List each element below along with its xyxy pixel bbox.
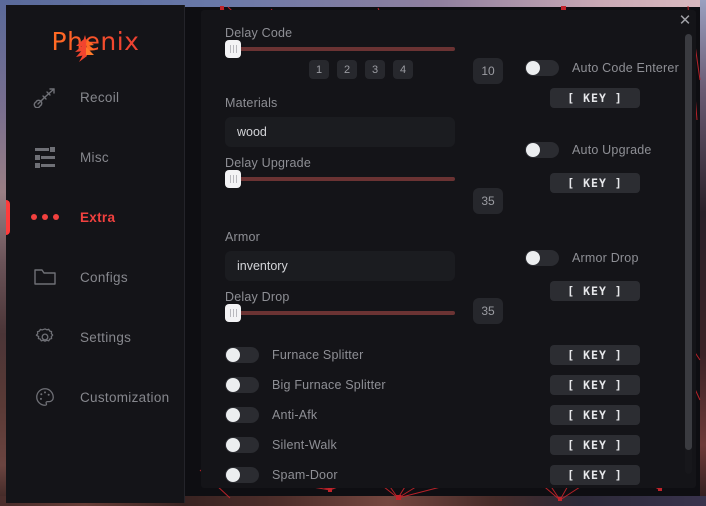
auto-code-enterer-key-button[interactable]: [ KEY ]: [550, 88, 640, 108]
furnace-splitter-toggle[interactable]: [225, 347, 259, 363]
sidebar-item-label: Settings: [80, 329, 132, 345]
sidebar-nav: Recoil Misc Extra Configs Settings Custo…: [6, 75, 184, 435]
big-furnace-splitter-row: Big Furnace Splitter: [225, 377, 386, 393]
toggle-knob: [526, 251, 540, 265]
silent-walk-toggle[interactable]: [225, 437, 259, 453]
sidebar-item-label: Recoil: [80, 89, 120, 105]
toggle-knob: [526, 61, 540, 75]
delay-upgrade-slider[interactable]: [225, 170, 455, 188]
sidebar-item-customization[interactable]: Customization: [6, 375, 184, 419]
delay-drop-label: Delay Drop: [225, 290, 290, 304]
spam-door-key-button[interactable]: [ KEY ]: [550, 465, 640, 485]
materials-label: Materials: [225, 96, 278, 110]
delay-code-number-buttons: 1 2 3 4: [309, 60, 455, 79]
gear-icon: [30, 324, 60, 350]
armor-row: Armor inventory: [225, 230, 455, 281]
armor-drop-toggle[interactable]: [525, 250, 559, 266]
delay-code-label: Delay Code: [225, 26, 293, 40]
scrollbar-thumb[interactable]: [685, 34, 692, 450]
sidebar-item-label: Configs: [80, 269, 128, 285]
delay-code-value[interactable]: 10: [473, 58, 503, 84]
toggle-knob: [226, 438, 240, 452]
sidebar-item-configs[interactable]: Configs: [6, 255, 184, 299]
toggle-knob: [226, 468, 240, 482]
materials-input[interactable]: wood: [225, 117, 455, 147]
sidebar-item-recoil[interactable]: Recoil: [6, 75, 184, 119]
furnace-splitter-row: Furnace Splitter: [225, 347, 363, 363]
auto-upgrade-row: Auto Upgrade: [525, 142, 652, 158]
delay-drop-value[interactable]: 35: [473, 298, 503, 324]
anti-afk-label: Anti-Afk: [272, 408, 318, 422]
delay-code-slider-wrap: [225, 40, 455, 58]
three-dots-icon: [30, 204, 60, 230]
sliders-icon: [30, 144, 60, 170]
silent-walk-key-button[interactable]: [ KEY ]: [550, 435, 640, 455]
auto-upgrade-label: Auto Upgrade: [572, 143, 652, 157]
sidebar-item-extra[interactable]: Extra: [6, 195, 184, 239]
app-logo: Ph enix: [6, 27, 184, 62]
palette-icon: [30, 384, 60, 410]
toggle-knob: [226, 378, 240, 392]
toggle-knob: [226, 348, 240, 362]
delay-upgrade-row: Delay Upgrade: [225, 156, 455, 188]
materials-row: Materials wood: [225, 96, 455, 147]
armor-drop-key-button[interactable]: [ KEY ]: [550, 281, 640, 301]
auto-upgrade-key-button[interactable]: [ KEY ]: [550, 173, 640, 193]
anti-afk-key-button[interactable]: [ KEY ]: [550, 405, 640, 425]
slider-thumb[interactable]: [225, 170, 241, 188]
auto-code-enterer-label: Auto Code Enterer: [572, 61, 679, 75]
content-scrollbar[interactable]: [685, 34, 692, 474]
close-icon[interactable]: ✕: [674, 9, 696, 31]
auto-code-enterer-row: Auto Code Enterer: [525, 60, 679, 76]
number-button-4[interactable]: 4: [393, 60, 413, 79]
furnace-splitter-label: Furnace Splitter: [272, 348, 364, 362]
active-indicator: [6, 200, 10, 235]
anti-afk-toggle[interactable]: [225, 407, 259, 423]
toggle-knob: [226, 408, 240, 422]
delay-code-slider[interactable]: [225, 40, 455, 58]
armor-drop-row: Armor Drop: [525, 250, 639, 266]
slider-thumb[interactable]: [225, 304, 241, 322]
delay-drop-slider-wrap: [225, 304, 455, 322]
delay-upgrade-value[interactable]: 35: [473, 188, 503, 214]
number-button-1[interactable]: 1: [309, 60, 329, 79]
silent-walk-label: Silent-Walk: [272, 438, 337, 452]
sidebar-item-label: Extra: [80, 209, 116, 225]
sidebar: Ph enix Recoil Misc Extra Configs Settin…: [6, 5, 185, 503]
silent-walk-row: Silent-Walk: [225, 437, 337, 453]
anti-afk-row: Anti-Afk: [225, 407, 317, 423]
slider-thumb[interactable]: [225, 40, 241, 58]
big-furnace-splitter-label: Big Furnace Splitter: [272, 378, 386, 392]
spam-door-row: Spam-Door: [225, 467, 338, 483]
delay-drop-slider[interactable]: [225, 304, 455, 322]
delay-code-row: Delay Code 1 2 3 4: [225, 26, 455, 79]
sidebar-item-label: Customization: [80, 389, 170, 405]
folder-icon: [30, 264, 60, 290]
big-furnace-splitter-toggle[interactable]: [225, 377, 259, 393]
number-button-2[interactable]: 2: [337, 60, 357, 79]
delay-upgrade-label: Delay Upgrade: [225, 156, 311, 170]
toggle-knob: [526, 143, 540, 157]
big-furnace-splitter-key-button[interactable]: [ KEY ]: [550, 375, 640, 395]
armor-input[interactable]: inventory: [225, 251, 455, 281]
number-button-3[interactable]: 3: [365, 60, 385, 79]
delay-drop-row: Delay Drop: [225, 290, 455, 322]
app-window: Ph enix Recoil Misc Extra Configs Settin…: [6, 5, 702, 503]
sidebar-item-settings[interactable]: Settings: [6, 315, 184, 359]
content-panel: Delay Code 1 2 3 4 10 Materials wood Del…: [201, 10, 696, 488]
sidebar-item-misc[interactable]: Misc: [6, 135, 184, 179]
sidebar-item-label: Misc: [80, 149, 109, 165]
armor-label: Armor: [225, 230, 261, 244]
spam-door-toggle[interactable]: [225, 467, 259, 483]
spam-door-label: Spam-Door: [272, 468, 338, 482]
armor-drop-label: Armor Drop: [572, 251, 639, 265]
settings-scroll-area: Delay Code 1 2 3 4 10 Materials wood Del…: [201, 10, 696, 488]
furnace-splitter-key-button[interactable]: [ KEY ]: [550, 345, 640, 365]
rifle-icon: [30, 84, 60, 110]
auto-upgrade-toggle[interactable]: [525, 142, 559, 158]
auto-code-enterer-toggle[interactable]: [525, 60, 559, 76]
delay-upgrade-slider-wrap: [225, 170, 455, 188]
